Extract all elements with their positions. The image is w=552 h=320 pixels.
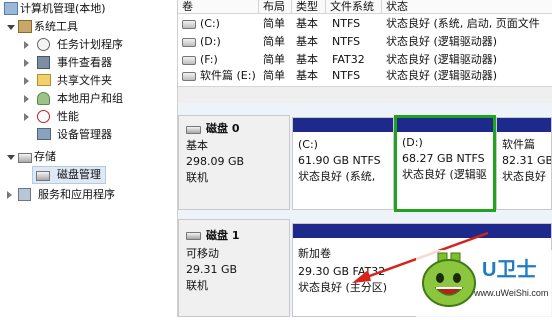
- tree-item-shared-folders[interactable]: 共享文件夹: [0, 72, 177, 90]
- disk-icon: [36, 171, 50, 181]
- computer-icon: [4, 2, 18, 15]
- drive-icon: [182, 56, 196, 65]
- drive-icon: [182, 38, 196, 47]
- drive-icon: [182, 72, 196, 81]
- column-header-status[interactable]: 状态: [382, 0, 552, 14]
- tree-item-services-apps[interactable]: 服务和应用程序: [0, 186, 177, 204]
- disk-icon: [186, 126, 201, 134]
- watermark-logo: U卫士 www.uWeiShi.com: [416, 250, 552, 317]
- table-row[interactable]: (D:) 简单 基本 NTFS 状态良好 (逻辑驱动器): [178, 34, 552, 50]
- tree-item-local-users[interactable]: 本地用户和组: [0, 90, 177, 108]
- storage-icon: [18, 153, 32, 163]
- device-manager-icon: [37, 128, 51, 140]
- tree-item-task-scheduler[interactable]: 任务计划程序: [0, 36, 177, 54]
- tree-item-disk-management[interactable]: 磁盘管理: [0, 166, 177, 184]
- column-header-layout[interactable]: 布局: [259, 0, 292, 14]
- column-header-volume[interactable]: 卷: [178, 0, 259, 14]
- column-header-filesystem[interactable]: 文件系统: [326, 0, 382, 14]
- disk-1-label[interactable]: 磁盘 1 可移动 29.31 GB 联机: [178, 219, 290, 317]
- table-row[interactable]: 软件篇 (E:) 简单 基本 NTFS 状态良好 (逻辑驱动器): [178, 68, 552, 84]
- tree-item-system-tools[interactable]: 系统工具: [0, 18, 177, 36]
- partition-c[interactable]: (C:) 61.90 GB NTFS 状态良好 (系统,: [292, 117, 394, 210]
- chevron-right-icon[interactable]: [7, 191, 12, 199]
- horizontal-scrollbar[interactable]: [178, 86, 552, 103]
- tree-item-computer-management[interactable]: 计算机管理(本地): [0, 0, 177, 18]
- clock-icon: [37, 38, 50, 51]
- column-header-type[interactable]: 类型: [292, 0, 326, 14]
- tree-item-device-manager[interactable]: 设备管理器: [0, 126, 177, 144]
- tools-icon: [18, 20, 32, 33]
- chevron-right-icon[interactable]: [24, 95, 29, 103]
- disk-0-label[interactable]: 磁盘 0 基本 298.09 GB 联机: [178, 115, 290, 210]
- chevron-right-icon[interactable]: [24, 59, 29, 67]
- users-icon: [37, 92, 50, 105]
- partition-bar: [497, 118, 551, 132]
- partition-bar: [397, 118, 493, 132]
- tree-item-storage[interactable]: 存储: [0, 148, 177, 166]
- shared-folder-icon: [37, 74, 51, 86]
- logo-url: www.uWeiShi.com: [474, 288, 549, 298]
- chevron-right-icon[interactable]: [24, 113, 29, 121]
- partition-bar: [293, 118, 393, 132]
- tree-item-performance[interactable]: 性能: [0, 108, 177, 126]
- chevron-right-icon[interactable]: [24, 41, 29, 49]
- partition-e[interactable]: 软件篇 82.31 GB 状态良好: [496, 117, 552, 210]
- partition-d[interactable]: (D:) 68.27 GB NTFS 状态良好 (逻辑驱: [394, 115, 496, 212]
- performance-icon: [37, 110, 50, 123]
- navigation-tree: 计算机管理(本地) 系统工具 任务计划程序 事件查看器 共享文件夹 本地用户和组…: [0, 0, 178, 317]
- services-icon: [18, 188, 31, 201]
- table-row[interactable]: (C:) 简单 基本 NTFS 状态良好 (系统, 启动, 页面文件: [178, 16, 552, 32]
- removable-disk-icon: [186, 232, 201, 240]
- event-viewer-icon: [37, 56, 50, 69]
- logo-brand: U卫士: [482, 259, 537, 281]
- table-row[interactable]: (F:) 简单 基本 FAT32 状态良好 (逻辑驱动器): [178, 52, 552, 68]
- volume-list: 卷 布局 类型 文件系统 状态 (C:) 简单 基本 NTFS 状态良好 (系统…: [178, 0, 552, 86]
- tree-item-event-viewer[interactable]: 事件查看器: [0, 54, 177, 72]
- chevron-right-icon[interactable]: [24, 77, 29, 85]
- drive-icon: [182, 20, 196, 29]
- chevron-down-icon[interactable]: [7, 25, 15, 30]
- chevron-down-icon[interactable]: [7, 155, 15, 160]
